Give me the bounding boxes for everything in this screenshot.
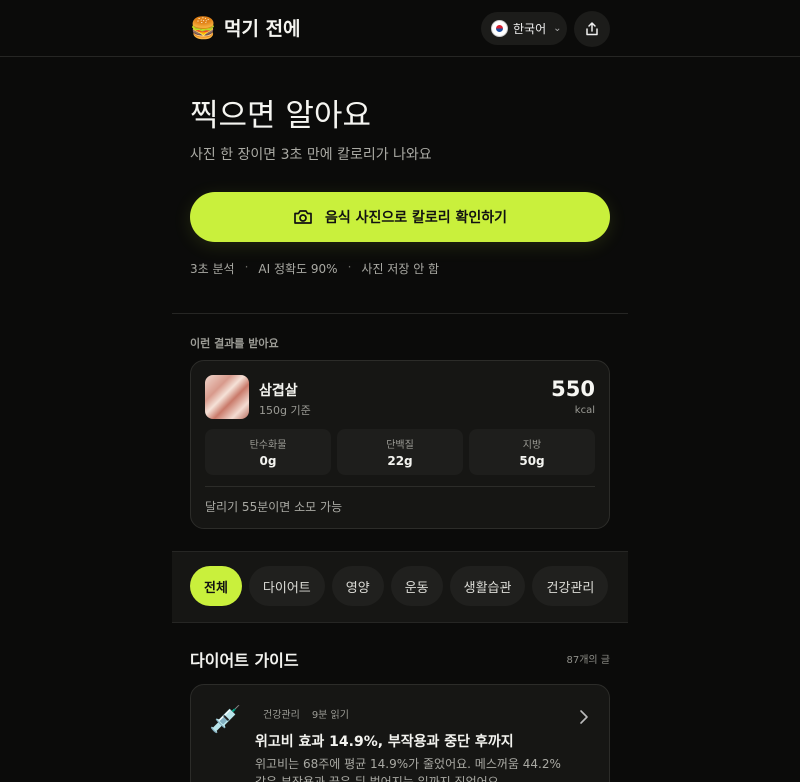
- tab-all[interactable]: 전체: [190, 566, 242, 606]
- article-category: 건강관리: [263, 710, 300, 721]
- share-icon: [586, 22, 598, 36]
- category-tabs: 전체 다이어트 영양 운동 생활습관 건강관리: [190, 566, 609, 606]
- food-name: 삼겹살: [259, 383, 298, 399]
- macro-carbs: 탄수화물 0g: [205, 429, 331, 475]
- tab-nutrition[interactable]: 영양: [331, 566, 384, 606]
- category-tabs-bar: 전체 다이어트 영양 운동 생활습관 건강관리: [172, 551, 628, 623]
- language-selector[interactable]: 한국어 ⌄: [481, 12, 567, 45]
- food-portion: 150g 기준: [259, 404, 311, 417]
- chevron-down-icon: ⌄: [553, 23, 562, 34]
- fact-separator: ·: [244, 260, 249, 274]
- guide-title: 다이어트 가이드: [190, 651, 299, 670]
- section-divider: [172, 313, 628, 314]
- macro-label: 지방: [522, 440, 542, 451]
- scan-photo-label: 음식 사진으로 칼로리 확인하기: [324, 210, 508, 226]
- card-divider: [205, 486, 595, 487]
- guide-count: 87개의 글: [566, 655, 610, 666]
- camera-icon: [294, 210, 312, 224]
- syringe-icon: 💉: [209, 705, 242, 735]
- fact-privacy: 사진 저장 안 함: [361, 262, 440, 276]
- article-card[interactable]: 💉 건강관리 9분 읽기 위고비 효과 14.9%, 부작용과 중단 후까지 위…: [190, 684, 610, 782]
- calorie-value: 550: [551, 377, 595, 401]
- macro-grid: 탄수화물 0g 단백질 22g 지방 50g: [205, 429, 595, 475]
- tab-health[interactable]: 건강관리: [532, 566, 609, 606]
- calorie-unit: kcal: [574, 405, 595, 416]
- macro-label: 탄수화물: [249, 440, 287, 451]
- chevron-right-icon: [580, 710, 588, 724]
- macro-value: 50g: [519, 454, 545, 468]
- macro-fat: 지방 50g: [469, 429, 595, 475]
- korea-flag-icon: [491, 20, 508, 37]
- macro-value: 22g: [387, 454, 413, 468]
- app-name: 먹기 전에: [224, 18, 301, 40]
- article-read-time: 9분 읽기: [311, 710, 349, 721]
- hero-title: 찍으면 알아요: [190, 98, 371, 134]
- food-thumbnail: [205, 375, 249, 419]
- burger-icon: 🍔: [190, 15, 217, 40]
- sample-result-card: 삼겹살 150g 기준 550 kcal 탄수화물 0g 단백질 22g 지방 …: [190, 360, 610, 529]
- top-header: 🍔 먹기 전에 한국어 ⌄: [0, 0, 800, 57]
- fact-speed: 3초 분석: [190, 262, 235, 276]
- sample-section-label: 이런 결과를 받아요: [190, 337, 279, 350]
- article-excerpt: 위고비는 68주에 평균 14.9%가 줄었어요. 메스꺼움 44.2% 같은 …: [255, 757, 561, 782]
- tab-lifestyle[interactable]: 생활습관: [449, 566, 526, 606]
- tab-exercise[interactable]: 운동: [390, 566, 443, 606]
- language-label: 한국어: [513, 22, 547, 36]
- macro-protein: 단백질 22g: [337, 429, 463, 475]
- scan-photo-button[interactable]: 음식 사진으로 칼로리 확인하기: [190, 192, 610, 242]
- fact-accuracy: AI 정확도 90%: [258, 262, 338, 276]
- macro-value: 0g: [259, 454, 277, 468]
- macro-label: 단백질: [386, 440, 414, 451]
- tab-diet[interactable]: 다이어트: [248, 566, 325, 606]
- app-logo[interactable]: 🍔 먹기 전에: [190, 14, 301, 41]
- share-button[interactable]: [574, 11, 610, 47]
- article-meta: 건강관리 9분 읽기: [263, 706, 349, 721]
- feature-facts: 3초 분석 · AI 정확도 90% · 사진 저장 안 함: [190, 260, 439, 277]
- article-title: 위고비 효과 14.9%, 부작용과 중단 후까지: [255, 734, 514, 750]
- fact-separator: ·: [347, 260, 352, 274]
- hero-subtitle: 사진 한 장이면 3초 만에 칼로리가 나와요: [190, 147, 432, 163]
- burn-equivalent: 달리기 55분이면 소모 가능: [205, 500, 343, 514]
